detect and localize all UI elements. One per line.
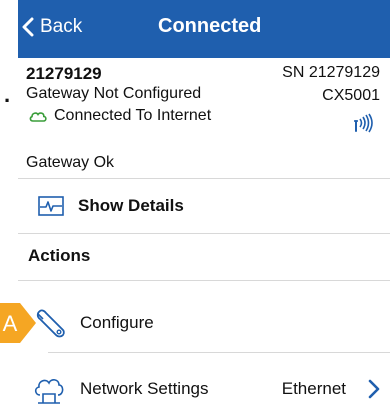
pulse-icon	[38, 196, 64, 216]
annotation-badge-label: A	[3, 311, 18, 336]
app-screen: Back Connected 21279129 Gateway Not Conf…	[18, 0, 390, 420]
actions-heading-row: Actions	[18, 242, 390, 270]
gateway-health: Gateway Ok	[26, 154, 115, 171]
network-settings-label: Network Settings	[80, 379, 209, 398]
left-margin: .	[0, 0, 18, 420]
margin-mark: .	[4, 82, 11, 107]
connection-label: Connected To Internet	[54, 107, 212, 124]
nav-bar: Back Connected	[18, 0, 390, 58]
divider	[18, 233, 390, 234]
device-info: 21279129 Gateway Not Configured Connecte…	[18, 58, 390, 184]
signal-icon	[354, 113, 373, 133]
back-label: Back	[40, 16, 83, 37]
cloud-icon	[29, 112, 47, 122]
show-details-label: Show Details	[78, 196, 184, 215]
wrench-icon	[36, 309, 65, 338]
configure-row[interactable]: Configure	[18, 306, 390, 340]
serial-number: SN 21279129	[282, 64, 380, 81]
configure-label: Configure	[80, 313, 154, 332]
network-cloud-icon	[34, 379, 64, 404]
annotation-badge: A	[0, 303, 36, 343]
back-button[interactable]: Back	[22, 16, 82, 38]
divider	[18, 178, 390, 179]
chevron-left-icon	[22, 17, 34, 37]
model-number: CX5001	[322, 87, 380, 104]
divider	[48, 352, 390, 353]
network-settings-value: Ethernet	[281, 379, 346, 398]
page-title: Connected	[158, 15, 262, 37]
show-details-row[interactable]: Show Details	[18, 190, 390, 222]
connection-status: Connected To Internet	[26, 107, 380, 125]
divider	[18, 280, 390, 281]
chevron-right-icon	[368, 379, 380, 399]
actions-heading: Actions	[28, 246, 91, 265]
network-settings-row[interactable]: Network Settings Ethernet	[18, 371, 390, 407]
